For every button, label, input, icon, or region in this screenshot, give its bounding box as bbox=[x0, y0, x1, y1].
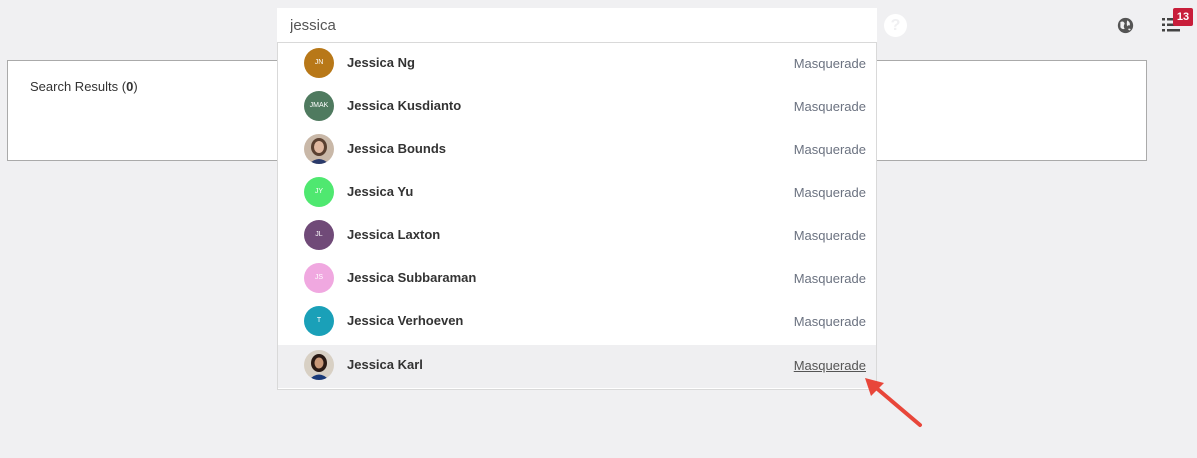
avatar: JY bbox=[304, 177, 334, 207]
masquerade-link[interactable]: Masquerade bbox=[794, 185, 866, 200]
suggestion-row[interactable]: JMAK Jessica Kusdianto Masquerade bbox=[278, 86, 876, 129]
suggestion-row[interactable]: JN Jessica Ng Masquerade bbox=[278, 43, 876, 86]
user-name: Jessica Laxton bbox=[347, 227, 441, 242]
user-name: Jessica Bounds bbox=[347, 141, 446, 156]
search-input[interactable] bbox=[277, 8, 877, 43]
masquerade-link[interactable]: Masquerade bbox=[794, 99, 866, 114]
masquerade-link[interactable]: Masquerade bbox=[794, 56, 866, 71]
masquerade-link[interactable]: Masquerade bbox=[794, 142, 866, 157]
suggestion-row[interactable]: Jessica Bounds Masquerade bbox=[278, 129, 876, 172]
results-title: Search Results (0) bbox=[30, 79, 138, 94]
avatar: JMAK bbox=[304, 91, 334, 121]
user-name: Jessica Kusdianto bbox=[347, 98, 462, 113]
suggestion-row[interactable]: JS Jessica Subbaraman Masquerade bbox=[278, 258, 876, 301]
suggestion-row[interactable]: T Jessica Verhoeven Masquerade bbox=[278, 301, 876, 344]
user-name: Jessica Verhoeven bbox=[347, 313, 464, 328]
annotation-arrow-icon bbox=[865, 378, 922, 427]
masquerade-link[interactable]: Masquerade bbox=[794, 314, 866, 329]
avatar-photo-image bbox=[304, 350, 334, 380]
results-label-close: ) bbox=[133, 79, 138, 94]
user-name: Jessica Ng bbox=[347, 55, 415, 70]
avatar-photo-image bbox=[304, 134, 334, 164]
suggestion-row-active[interactable]: Jessica Karl Masquerade bbox=[278, 345, 876, 388]
help-icon[interactable]: ? bbox=[884, 14, 907, 37]
masquerade-link[interactable]: Masquerade bbox=[794, 228, 866, 243]
search-suggestions-dropdown: JN Jessica Ng Masquerade JMAK Jessica Ku… bbox=[277, 42, 877, 390]
globe-icon[interactable] bbox=[1117, 17, 1134, 34]
avatar: JN bbox=[304, 48, 334, 78]
avatar: JL bbox=[304, 220, 334, 250]
suggestion-row[interactable]: JL Jessica Laxton Masquerade bbox=[278, 215, 876, 258]
masquerade-link[interactable]: Masquerade bbox=[794, 271, 866, 286]
results-label: Search Results ( bbox=[30, 79, 127, 94]
user-name: Jessica Subbaraman bbox=[347, 270, 477, 285]
notification-badge: 13 bbox=[1173, 8, 1193, 26]
avatar-photo bbox=[304, 350, 334, 380]
user-name: Jessica Karl bbox=[347, 357, 423, 372]
suggestion-row[interactable]: JY Jessica Yu Masquerade bbox=[278, 172, 876, 215]
avatar-photo bbox=[304, 134, 334, 164]
user-name: Jessica Yu bbox=[347, 184, 414, 199]
avatar: T bbox=[304, 306, 334, 336]
masquerade-link[interactable]: Masquerade bbox=[794, 358, 866, 373]
avatar: JS bbox=[304, 263, 334, 293]
